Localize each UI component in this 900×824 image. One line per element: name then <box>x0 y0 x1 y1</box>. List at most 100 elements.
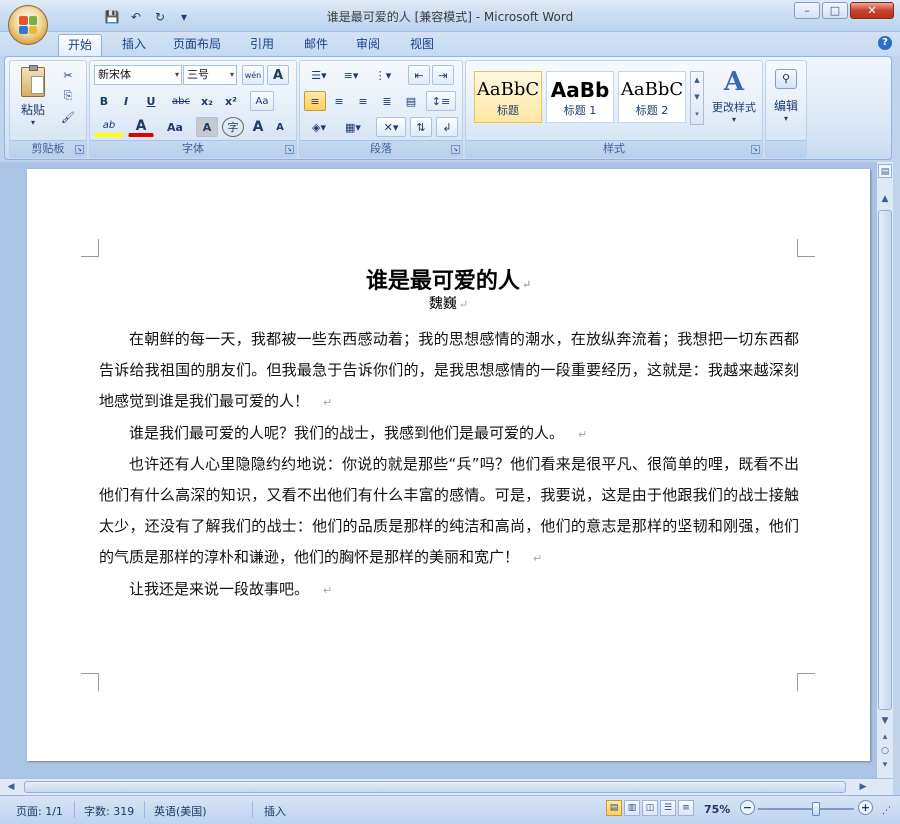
superscript-button[interactable]: x² <box>220 91 242 111</box>
status-bar: 页面: 1/1 字数: 319 英语(美国) 插入 ▤ ▥ ◫ ☰ ≡ 75% … <box>0 795 900 824</box>
zoom-slider-knob[interactable] <box>811 802 820 816</box>
full-screen-reading-icon[interactable]: ▥ <box>624 800 640 816</box>
tab-page-layout[interactable]: 页面布局 <box>164 34 230 56</box>
distributed-icon[interactable]: ▤ <box>400 91 422 111</box>
multilevel-list-icon[interactable]: ⋮▾ <box>368 65 398 85</box>
font-group: 新宋体 ▾ 三号 ▾ wén A B I U abc x₂ x² Aa ab A A… <box>89 60 297 158</box>
scroll-left-icon[interactable]: ◀ <box>4 780 18 794</box>
highlight-button[interactable]: ab <box>94 117 124 137</box>
print-layout-view-icon[interactable]: ▤ <box>606 800 622 816</box>
editing-group: ⚲ 编辑 ▾ <box>765 60 807 158</box>
borders-icon[interactable]: ▦▾ <box>338 117 368 137</box>
change-case-button[interactable]: Aa <box>160 117 190 137</box>
sort-icon[interactable]: ⇅ <box>410 117 432 137</box>
strikethrough-button[interactable]: abc <box>168 91 194 111</box>
zoom-slider[interactable] <box>758 802 854 816</box>
previous-page-icon[interactable]: ▴ <box>878 730 892 744</box>
title-bar: 💾 ↶ ↻ ▾ 谁是最可爱的人 [兼容模式] - Microsoft Word … <box>0 0 900 32</box>
grow-font-button[interactable]: A <box>248 117 268 137</box>
show-marks-icon[interactable]: ↲ <box>436 117 458 137</box>
vertical-scroll-thumb[interactable] <box>878 210 892 710</box>
resize-grip-icon[interactable]: ⋰ <box>882 806 891 816</box>
increase-indent-icon[interactable]: ⇥ <box>432 65 454 85</box>
document-author: 魏巍 ↵ <box>27 293 870 313</box>
maximize-button[interactable]: □ <box>822 2 848 19</box>
office-logo-icon <box>19 16 37 34</box>
status-divider <box>74 801 75 818</box>
font-name-select[interactable]: 新宋体 ▾ <box>94 65 182 85</box>
clear-format-button[interactable]: Aa <box>250 91 274 111</box>
scroll-right-icon[interactable]: ▶ <box>856 780 870 794</box>
change-styles-button[interactable]: A 更改样式 ▾ <box>708 65 760 137</box>
decrease-indent-icon[interactable]: ⇤ <box>408 65 430 85</box>
tab-insert[interactable]: 插入 <box>112 34 156 56</box>
char-shading-button[interactable]: A <box>196 117 218 137</box>
align-left-icon[interactable]: ≡ <box>304 91 326 111</box>
bullets-icon[interactable]: ☰▾ <box>304 65 334 85</box>
paste-button[interactable]: 粘贴 ▾ <box>16 65 50 133</box>
scroll-down-icon[interactable]: ▼ <box>878 714 892 728</box>
document-page[interactable]: 谁是最可爱的人 ↵ 魏巍 ↵ 在朝鲜的每一天，我都被一些东西感动着；我的思想感情的潮… <box>27 169 870 761</box>
outline-view-icon[interactable]: ☰ <box>660 800 676 816</box>
tab-home[interactable]: 开始 <box>58 34 102 56</box>
help-icon[interactable]: ? <box>878 36 892 50</box>
minimize-button[interactable]: – <box>794 2 820 19</box>
subscript-button[interactable]: x₂ <box>196 91 218 111</box>
vertical-scrollbar[interactable]: ▤ ▲ ▼ ▴ ○ ▾ <box>876 162 893 778</box>
underline-button[interactable]: U <box>138 91 164 111</box>
styles-gallery-scroll[interactable]: ▲ ▼ ▾ <box>690 71 704 125</box>
align-right-icon[interactable]: ≡ <box>352 91 374 111</box>
pinyin-guide-button[interactable]: wén <box>242 65 264 85</box>
web-layout-icon[interactable]: ◫ <box>642 800 658 816</box>
title-text: 谁是最可爱的人 <box>365 268 520 294</box>
bold-button[interactable]: B <box>94 91 114 111</box>
page-count[interactable]: 页面: 1/1 <box>16 803 63 819</box>
draft-view-icon[interactable]: ≡ <box>678 800 694 816</box>
paragraph-group: ☰▾ ≡▾ ⋮▾ ⇤ ⇥ ≡ ≡ ≡ ≣ ▤ ↕≡ ◈▾ ▦▾ ✕▾ ⇅ ↲ 段… <box>299 60 463 158</box>
shrink-font-button[interactable]: A <box>270 117 290 137</box>
clipboard-group: 粘贴 ▾ ✂ ⎘ 🖌 剪贴板 ↘ <box>9 60 87 158</box>
numbering-icon[interactable]: ≡▾ <box>336 65 366 85</box>
office-button[interactable] <box>8 5 48 45</box>
tab-mailings[interactable]: 邮件 <box>294 34 338 56</box>
horizontal-scrollbar[interactable]: ◀ ▶ <box>0 778 893 795</box>
font-name-value: 新宋体 <box>98 68 131 81</box>
font-color-button[interactable]: A <box>128 117 154 137</box>
styles-launcher-icon[interactable]: ↘ <box>751 145 760 154</box>
close-button[interactable]: ✕ <box>850 2 894 19</box>
style-heading1-card[interactable]: AaBb 标题 1 <box>546 71 614 123</box>
font-launcher-icon[interactable]: ↘ <box>285 145 294 154</box>
char-border-button[interactable]: A <box>267 65 289 85</box>
justify-icon[interactable]: ≣ <box>376 91 398 111</box>
paragraph-launcher-icon[interactable]: ↘ <box>451 145 460 154</box>
editing-button[interactable]: ⚲ 编辑 ▾ <box>768 65 804 137</box>
cut-icon[interactable]: ✂ <box>58 65 78 85</box>
language-indicator[interactable]: 英语(美国) <box>154 803 207 819</box>
word-count[interactable]: 字数: 319 <box>84 803 134 819</box>
clipboard-launcher-icon[interactable]: ↘ <box>75 145 84 154</box>
shading-icon[interactable]: ◈▾ <box>304 117 334 137</box>
select-browse-object-icon[interactable]: ○ <box>878 744 892 758</box>
zoom-out-icon[interactable]: − <box>740 800 755 815</box>
chinese-layout-icon[interactable]: ✕▾ <box>376 117 406 137</box>
enclose-char-button[interactable]: 字 <box>222 117 244 137</box>
format-painter-icon[interactable]: 🖌 <box>58 107 78 127</box>
font-size-select[interactable]: 三号 ▾ <box>183 65 237 85</box>
scroll-up-icon[interactable]: ▲ <box>878 192 892 206</box>
zoom-level[interactable]: 75% <box>704 803 730 816</box>
style-title-card[interactable]: AaBbC 标题 <box>474 71 542 123</box>
next-page-icon[interactable]: ▾ <box>878 758 892 772</box>
tab-view[interactable]: 视图 <box>400 34 444 56</box>
line-spacing-icon[interactable]: ↕≡ <box>426 91 456 111</box>
copy-icon[interactable]: ⎘ <box>58 86 78 106</box>
zoom-in-icon[interactable]: + <box>858 800 873 815</box>
ruler-toggle-icon[interactable]: ▤ <box>878 164 892 178</box>
insert-mode[interactable]: 插入 <box>264 803 286 819</box>
italic-button[interactable]: I <box>116 91 136 111</box>
tab-review[interactable]: 审阅 <box>346 34 390 56</box>
align-center-icon[interactable]: ≡ <box>328 91 350 111</box>
style-sample: AaBbC <box>620 79 684 100</box>
style-heading2-card[interactable]: AaBbC 标题 2 <box>618 71 686 123</box>
tab-references[interactable]: 引用 <box>240 34 284 56</box>
horizontal-scroll-thumb[interactable] <box>24 781 846 793</box>
